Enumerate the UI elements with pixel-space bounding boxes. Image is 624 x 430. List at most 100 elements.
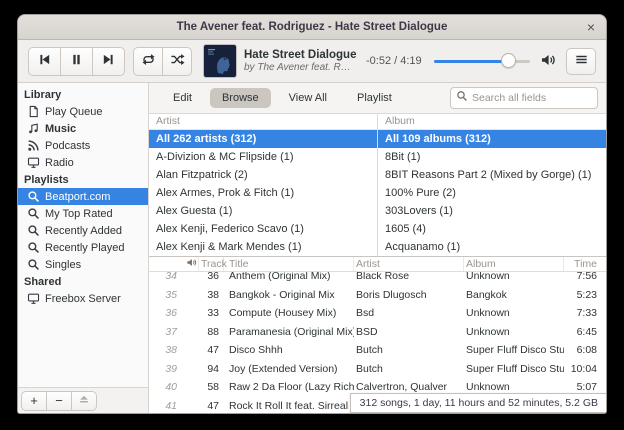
track-row[interactable]: 38 47 Disco Shhh Butch Super Fluff Disco… xyxy=(149,341,606,360)
track-rows: 34 36 Anthem (Original Mix) Black Rose U… xyxy=(149,267,606,413)
artist-column: Artist All 262 artists (312)A-Divizion &… xyxy=(149,114,377,256)
seek-slider-thumb[interactable] xyxy=(501,53,516,68)
seek-slider[interactable] xyxy=(434,53,530,69)
repeat-icon xyxy=(141,52,156,70)
next-button[interactable] xyxy=(92,47,125,76)
tab-edit[interactable]: Edit xyxy=(161,88,204,108)
close-icon[interactable]: × xyxy=(582,18,600,36)
browser-album[interactable]: 8Bit (1) xyxy=(378,148,606,166)
previous-button[interactable] xyxy=(28,47,61,76)
eject-icon xyxy=(78,393,90,408)
window-title: The Avener feat. Rodriguez - Hate Street… xyxy=(18,21,606,33)
track-list: Track Title Artist Album Time 34 36 Anth… xyxy=(149,256,606,413)
browser-all-artists[interactable]: All 262 artists (312) xyxy=(149,130,377,148)
album-column-header[interactable]: Album xyxy=(378,114,606,130)
sidebar-list: Library Play Queue Music Podcasts Radio xyxy=(18,83,148,387)
browser-artist[interactable]: Alex Guesta (1) xyxy=(149,202,377,220)
browser-artist[interactable]: Alan Fitzpatrick (2) xyxy=(149,166,377,184)
sidebar: Library Play Queue Music Podcasts Radio xyxy=(18,83,149,413)
browser-all-albums[interactable]: All 109 albums (312) xyxy=(378,130,606,148)
browser-album[interactable]: 8BIT Reasons Part 2 (Mixed by Gorge) (1) xyxy=(378,166,606,184)
sidebar-header-playlists[interactable]: Playlists xyxy=(18,171,148,188)
content-area: Library Play Queue Music Podcasts Radio xyxy=(18,83,606,413)
sidebar-item-radio[interactable]: Radio xyxy=(18,154,148,171)
volume-button[interactable] xyxy=(538,50,558,73)
time-column-header[interactable]: Time xyxy=(564,257,606,271)
browser-artist[interactable]: Alex Kenji, Federico Scavo (1) xyxy=(149,220,377,238)
hamburger-menu-icon xyxy=(574,52,589,70)
tab-browse[interactable]: Browse xyxy=(210,88,271,108)
speaker-icon xyxy=(540,56,556,71)
sidebar-header-shared[interactable]: Shared xyxy=(18,273,148,290)
browser-album[interactable]: Acquanamo (1) xyxy=(378,238,606,256)
artist-column-header[interactable]: Artist xyxy=(354,257,464,271)
row-number-column-header[interactable] xyxy=(149,257,184,271)
browser-artist[interactable]: Alex Kenji & Mark Mendes (1) xyxy=(149,238,377,256)
browser-album[interactable]: 100% Pure (2) xyxy=(378,184,606,202)
titlebar[interactable]: The Avener feat. Rodriguez - Hate Street… xyxy=(18,15,606,40)
library-summary-tooltip: 312 songs, 1 day, 11 hours and 52 minute… xyxy=(350,393,606,413)
browser-artist[interactable]: Alex Armes, Prok & Fitch (1) xyxy=(149,184,377,202)
menu-button[interactable] xyxy=(566,48,596,75)
search-field[interactable] xyxy=(450,87,598,109)
music-icon xyxy=(27,122,40,135)
player-toolbar: Hate Street Dialogue by The Avener feat.… xyxy=(18,40,606,83)
sidebar-header-library[interactable]: Library xyxy=(18,86,148,103)
sidebar-item-podcasts[interactable]: Podcasts xyxy=(18,137,148,154)
search-icon xyxy=(27,224,40,237)
pause-button[interactable] xyxy=(60,47,93,76)
repeat-button[interactable] xyxy=(133,47,163,76)
speaker-icon xyxy=(186,257,197,271)
browser-album[interactable]: 1605 (4) xyxy=(378,220,606,238)
view-tabs: Edit Browse View All Playlist xyxy=(161,88,404,108)
playback-mode-controls xyxy=(133,47,192,76)
tab-view-all[interactable]: View All xyxy=(277,88,339,108)
track-column-header[interactable]: Track xyxy=(199,257,224,271)
song-title: Hate Street Dialogue xyxy=(244,49,356,62)
album-column: Album All 109 albums (312)8Bit (1)8BIT R… xyxy=(377,114,606,256)
browser-album[interactable]: 303Lovers (1) xyxy=(378,202,606,220)
browser-artist[interactable]: A-Divizion & MC Flipside (1) xyxy=(149,148,377,166)
remove-playlist-button[interactable]: − xyxy=(46,391,72,411)
album-list: All 109 albums (312)8Bit (1)8BIT Reasons… xyxy=(378,130,606,256)
document-icon xyxy=(27,105,40,118)
track-row[interactable]: 37 88 Paramanesia (Original Mix) BSD Unk… xyxy=(149,323,606,342)
sidebar-item-my-top-rated[interactable]: My Top Rated xyxy=(18,205,148,222)
track-row[interactable]: 39 94 Joy (Extended Version) Butch Super… xyxy=(149,360,606,379)
add-playlist-button[interactable]: + xyxy=(21,391,47,411)
plus-icon: + xyxy=(30,393,38,408)
search-icon xyxy=(27,190,40,203)
eject-button[interactable] xyxy=(71,391,97,411)
sidebar-item-freebox-server[interactable]: Freebox Server xyxy=(18,290,148,307)
tab-playlist[interactable]: Playlist xyxy=(345,88,404,108)
next-icon xyxy=(101,52,116,70)
sidebar-item-singles[interactable]: Singles xyxy=(18,256,148,273)
sidebar-item-play-queue[interactable]: Play Queue xyxy=(18,103,148,120)
minus-icon: − xyxy=(55,393,63,408)
shuffle-icon xyxy=(170,52,185,70)
main-panel: Edit Browse View All Playlist Artist All 26… xyxy=(149,83,606,413)
monitor-icon xyxy=(27,292,40,305)
track-row[interactable]: 35 38 Bangkok - Original Mix Boris Dlugo… xyxy=(149,286,606,305)
rss-icon xyxy=(27,139,40,152)
monitor-icon xyxy=(27,156,40,169)
playing-indicator-column-header[interactable] xyxy=(184,257,199,271)
sidebar-action-bar: + − xyxy=(18,387,148,413)
artist-column-header[interactable]: Artist xyxy=(149,114,377,130)
album-column-header[interactable]: Album xyxy=(464,257,564,271)
sidebar-item-recently-played[interactable]: Recently Played xyxy=(18,239,148,256)
sidebar-item-beatport[interactable]: Beatport.com xyxy=(18,188,148,205)
search-input[interactable] xyxy=(472,92,592,104)
title-column-header[interactable]: Title xyxy=(224,257,354,271)
playback-controls xyxy=(28,47,125,76)
track-row[interactable]: 36 33 Compute (Housey Mix) Bsd Unknown 7… xyxy=(149,304,606,323)
track-list-header: Track Title Artist Album Time xyxy=(149,257,606,272)
sidebar-item-music[interactable]: Music xyxy=(18,120,148,137)
artist-list: All 262 artists (312)A-Divizion & MC Fli… xyxy=(149,130,377,256)
sidebar-item-recently-added[interactable]: Recently Added xyxy=(18,222,148,239)
view-toolbar: Edit Browse View All Playlist xyxy=(149,83,606,113)
search-icon xyxy=(27,258,40,271)
shuffle-button[interactable] xyxy=(162,47,192,76)
app-window: The Avener feat. Rodriguez - Hate Street… xyxy=(17,14,607,414)
library-browser: Artist All 262 artists (312)A-Divizion &… xyxy=(149,113,606,256)
